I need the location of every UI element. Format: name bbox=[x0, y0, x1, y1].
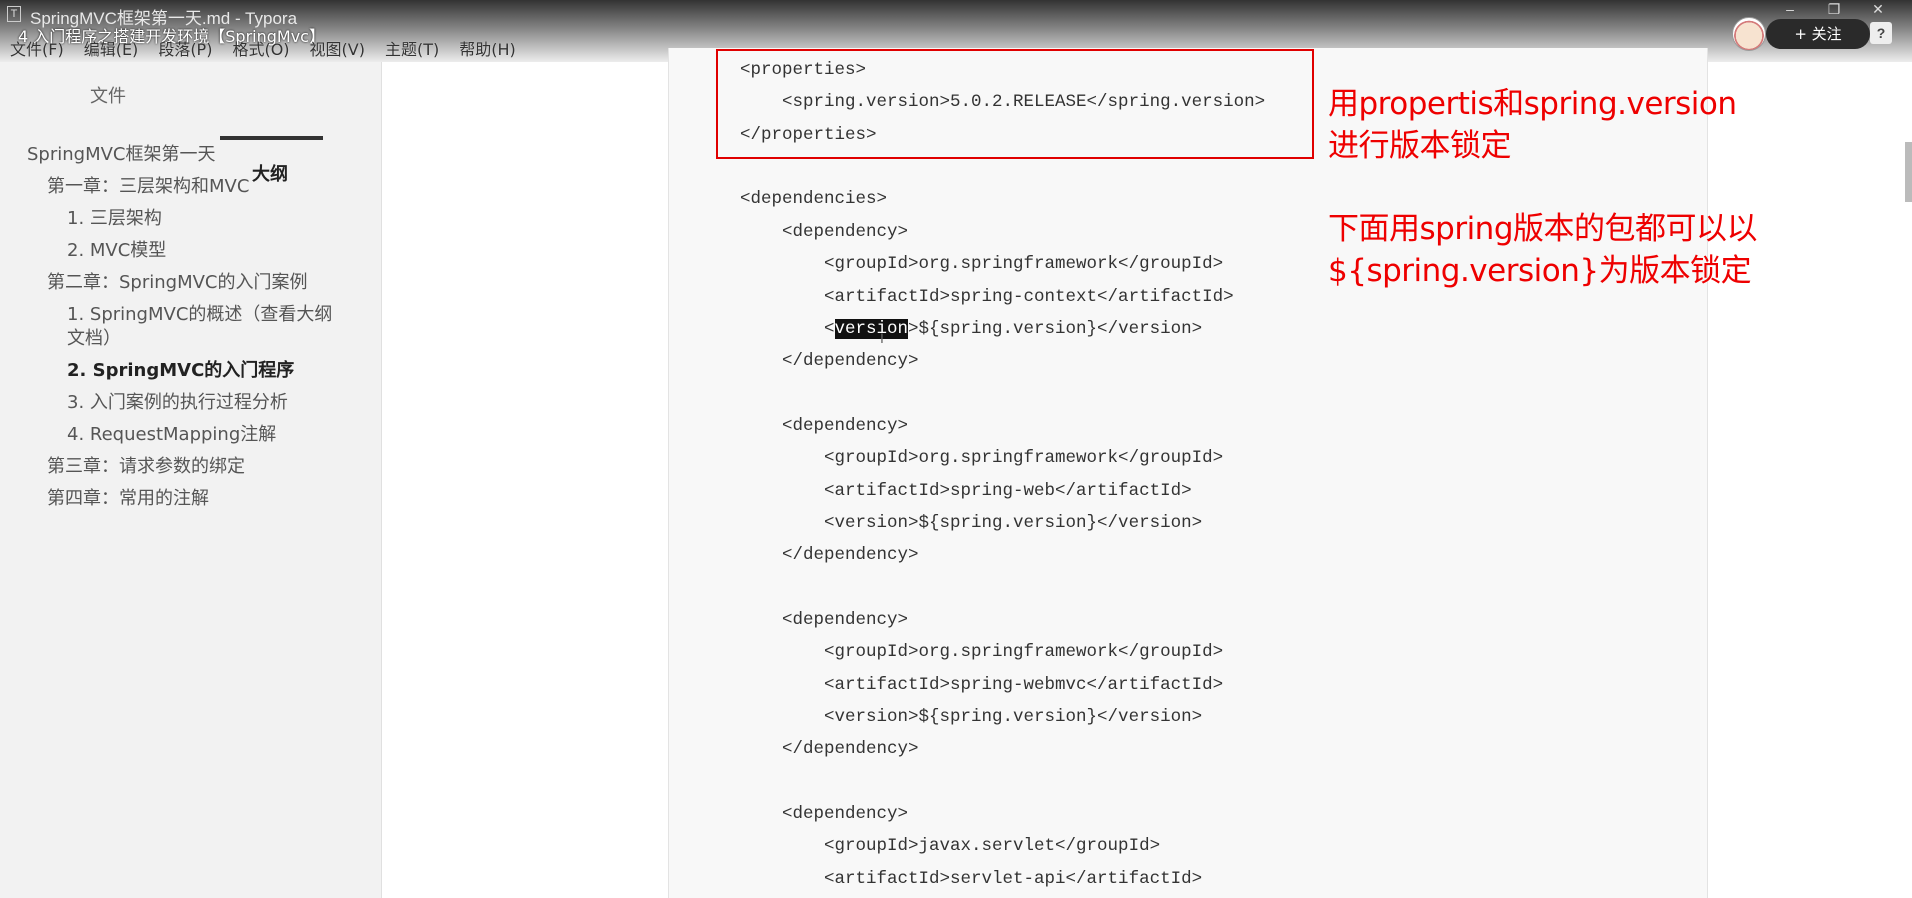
code-line: <dependency> bbox=[740, 610, 909, 630]
text-cursor-icon: I bbox=[880, 330, 884, 346]
scrollbar-thumb[interactable] bbox=[1905, 142, 1912, 202]
outline-item[interactable]: 1. SpringMVC的概述（查看大纲 bbox=[67, 300, 332, 326]
close-icon[interactable]: ✕ bbox=[1866, 0, 1890, 18]
annotation-text: 下面用spring版本的包都可以以 bbox=[1328, 211, 1758, 247]
menu-help[interactable]: 帮助(H) bbox=[459, 36, 516, 59]
tab-files[interactable]: 文件 bbox=[90, 82, 126, 108]
code-line: <version>${spring.version}</version> bbox=[740, 513, 1203, 533]
typora-app-icon: T bbox=[7, 6, 21, 22]
code-block[interactable] bbox=[668, 48, 1708, 898]
outline-item[interactable]: 1. 三层架构 bbox=[67, 204, 162, 230]
menu-format[interactable]: 格式(O) bbox=[232, 36, 289, 59]
help-icon[interactable]: ? bbox=[1870, 22, 1892, 44]
code-line: <dependency> bbox=[740, 804, 909, 824]
code-line: <groupId>org.springframework</groupId> bbox=[740, 254, 1224, 274]
code-line: <version>${spring.version}</version> bbox=[740, 707, 1203, 727]
window-controls: – ❐ ✕ bbox=[1778, 0, 1890, 18]
annotation-text: 用propertis和spring.version bbox=[1328, 86, 1737, 122]
menu-file[interactable]: 文件(F) bbox=[10, 36, 64, 59]
code-line: <artifactId>servlet-api</artifactId> bbox=[740, 869, 1203, 889]
code-line-with-selection: <version>${spring.version}</version> bbox=[740, 319, 1202, 339]
code-line: <artifactId>spring-web</artifactId> bbox=[740, 481, 1192, 501]
code-line: </dependency> bbox=[740, 545, 919, 565]
outline-item[interactable]: 3. 入门案例的执行过程分析 bbox=[67, 388, 288, 414]
menu-view[interactable]: 视图(V) bbox=[310, 36, 365, 59]
active-tab-indicator bbox=[220, 136, 323, 140]
code-line: <artifactId>spring-context</artifactId> bbox=[740, 287, 1234, 307]
code-rest: >${spring.version}</version> bbox=[908, 319, 1203, 339]
code-line: <artifactId>spring-webmvc</artifactId> bbox=[740, 675, 1224, 695]
uploader-avatar[interactable] bbox=[1732, 17, 1766, 51]
code-line: <groupId>org.springframework</groupId> bbox=[740, 448, 1224, 468]
highlight-box bbox=[716, 49, 1314, 159]
restore-icon[interactable]: ❐ bbox=[1822, 0, 1846, 18]
outline-item[interactable]: 第三章：请求参数的绑定 bbox=[47, 452, 245, 478]
minimize-icon[interactable]: – bbox=[1778, 0, 1802, 18]
outline-item-active[interactable]: 2. SpringMVC的入门程序 bbox=[67, 356, 294, 382]
code-line: </dependency> bbox=[740, 739, 919, 759]
outline-item[interactable]: 第一章：三层架构和MVC bbox=[47, 172, 249, 198]
outline-item[interactable]: 4. RequestMapping注解 bbox=[67, 420, 276, 446]
code-line: <dependencies> bbox=[740, 189, 888, 209]
selected-text: version bbox=[834, 319, 909, 339]
sidebar: 文件 大纲 SpringMVC框架第一天 第一章：三层架构和MVC 1. 三层架… bbox=[0, 62, 382, 898]
outline-item[interactable]: 2. MVC模型 bbox=[67, 236, 166, 262]
code-line: <groupId>org.springframework</groupId> bbox=[740, 642, 1224, 662]
menu-bar: 文件(F) 编辑(E) 段落(P) 格式(O) 视图(V) 主题(T) 帮助(H… bbox=[10, 36, 536, 59]
code-line: <groupId>javax.servlet</groupId> bbox=[740, 836, 1161, 856]
code-line: <dependency> bbox=[740, 416, 909, 436]
menu-edit[interactable]: 编辑(E) bbox=[84, 36, 139, 59]
outline-item[interactable]: SpringMVC框架第一天 bbox=[27, 140, 216, 166]
menu-theme[interactable]: 主题(T) bbox=[385, 36, 439, 59]
code-line: <dependency> bbox=[740, 222, 909, 242]
outline-item[interactable]: 第四章：常用的注解 bbox=[47, 484, 209, 510]
follow-button[interactable]: + 关注 bbox=[1766, 19, 1870, 49]
outline-item-continued[interactable]: 文档） bbox=[67, 324, 121, 350]
outline-item[interactable]: 第二章：SpringMVC的入门案例 bbox=[47, 268, 308, 294]
code-line: </dependency> bbox=[740, 351, 919, 371]
annotation-text: 进行版本锁定 bbox=[1328, 128, 1512, 164]
sidebar-tabs: 文件 大纲 bbox=[0, 82, 382, 185]
annotation-text: ${spring.version}为版本锁定 bbox=[1328, 253, 1752, 289]
code-indent: < bbox=[740, 319, 835, 339]
menu-paragraph[interactable]: 段落(P) bbox=[158, 36, 212, 59]
